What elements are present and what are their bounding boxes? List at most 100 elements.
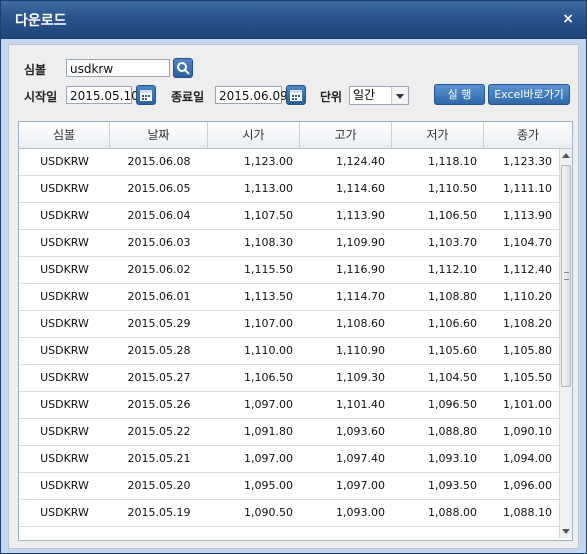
cell-close: 1,088.10 — [503, 506, 552, 519]
column-header-symbol[interactable]: 심볼 — [19, 122, 110, 148]
table-row[interactable]: USDKRW 2015.05.26 1,097.00 1,101.40 1,096.50… — [19, 392, 559, 419]
table-row[interactable]: USDKRW 2015.06.02 1,115.50 1,116.90 1,112.10… — [19, 257, 559, 284]
cell-symbol: USDKRW — [40, 452, 89, 465]
cell-open: 1,113.00 — [244, 182, 293, 195]
column-header-high[interactable]: 고가 — [300, 122, 392, 148]
cell-close: 1,112.40 — [503, 263, 552, 276]
cell-symbol: USDKRW — [40, 182, 89, 195]
cell-open: 1,113.50 — [244, 290, 293, 303]
cell-open: 1,107.00 — [244, 317, 293, 330]
cell-low: 1,106.60 — [428, 317, 477, 330]
table-row[interactable]: USDKRW 2015.06.04 1,107.50 1,113.90 1,106.50… — [19, 203, 559, 230]
run-button[interactable]: 실 행 — [434, 84, 485, 105]
search-button[interactable] — [173, 58, 193, 78]
cell-low: 1,106.50 — [428, 209, 477, 222]
cell-low: 1,108.80 — [428, 290, 477, 303]
cell-symbol: USDKRW — [40, 506, 89, 519]
table-row[interactable]: USDKRW 2015.05.19 1,090.50 1,093.00 1,088.00… — [19, 500, 559, 527]
cell-close: 1,094.00 — [503, 452, 552, 465]
cell-open: 1,123.00 — [244, 155, 293, 168]
column-header-close[interactable]: 종가 — [484, 122, 572, 148]
symbol-input[interactable]: usdkrw — [66, 59, 170, 77]
cell-date: 2015.05.20 — [127, 479, 191, 492]
cell-close: 1,101.00 — [503, 398, 552, 411]
scroll-up-icon[interactable] — [560, 149, 572, 163]
cell-date: 2015.05.19 — [127, 506, 191, 519]
cell-open: 1,108.30 — [244, 236, 293, 249]
cell-low: 1,093.50 — [428, 479, 477, 492]
table-row[interactable]: USDKRW 2015.06.03 1,108.30 1,109.90 1,103.70… — [19, 230, 559, 257]
column-header-open[interactable]: 시가 — [208, 122, 300, 148]
cell-close: 1,123.30 — [503, 155, 552, 168]
table-row[interactable]: USDKRW 2015.05.27 1,106.50 1,109.30 1,104.50… — [19, 365, 559, 392]
cell-symbol: USDKRW — [40, 479, 89, 492]
cell-open: 1,097.00 — [244, 398, 293, 411]
window-title: 다운로드 — [15, 13, 67, 29]
cell-open: 1,097.00 — [244, 452, 293, 465]
cell-symbol: USDKRW — [40, 290, 89, 303]
table-row[interactable]: USDKRW 2015.06.01 1,113.50 1,114.70 1,108.80… — [19, 284, 559, 311]
column-header-date[interactable]: 날짜 — [110, 122, 208, 148]
end-date-calendar-button[interactable] — [286, 85, 306, 105]
cell-open: 1,091.80 — [244, 425, 293, 438]
title-bar[interactable]: 다운로드 × — [1, 1, 586, 39]
cell-high: 1,097.00 — [336, 479, 385, 492]
table-row[interactable]: USDKRW 2015.05.29 1,107.00 1,108.60 1,106.60… — [19, 311, 559, 338]
table-row[interactable]: USDKRW 2015.05.28 1,110.00 1,110.90 1,105.60… — [19, 338, 559, 365]
scroll-down-icon[interactable] — [560, 524, 572, 538]
cell-low: 1,103.70 — [428, 236, 477, 249]
cell-high: 1,124.40 — [336, 155, 385, 168]
chevron-down-icon[interactable] — [391, 87, 408, 104]
cell-date: 2015.06.04 — [127, 209, 191, 222]
cell-high: 1,110.90 — [336, 344, 385, 357]
download-dialog: 다운로드 × 심볼 usdkrw 시작일 2015.05.10 종료일 2015… — [0, 0, 587, 554]
cell-close: 1,113.90 — [503, 209, 552, 222]
cell-close: 1,111.10 — [503, 182, 552, 195]
cell-date: 2015.05.29 — [127, 317, 191, 330]
table-row[interactable]: USDKRW 2015.06.05 1,113.00 1,114.60 1,110.50… — [19, 176, 559, 203]
grip-icon — [564, 272, 569, 280]
cell-symbol: USDKRW — [40, 155, 89, 168]
cell-close: 1,105.80 — [503, 344, 552, 357]
column-header-low[interactable]: 저가 — [392, 122, 484, 148]
cell-high: 1,116.90 — [336, 263, 385, 276]
unit-select[interactable]: 일간 — [349, 86, 409, 105]
cell-low: 1,104.50 — [428, 371, 477, 384]
table-row[interactable]: USDKRW 2015.05.20 1,095.00 1,097.00 1,093.50… — [19, 473, 559, 500]
calendar-icon — [290, 90, 302, 101]
calendar-icon — [140, 90, 152, 101]
cell-symbol: USDKRW — [40, 425, 89, 438]
scroll-thumb[interactable] — [561, 165, 571, 387]
cell-high: 1,113.90 — [336, 209, 385, 222]
cell-low: 1,105.60 — [428, 344, 477, 357]
table-row[interactable]: USDKRW 2015.06.08 1,123.00 1,124.40 1,118.10… — [19, 149, 559, 176]
cell-low: 1,093.10 — [428, 452, 477, 465]
end-date-input[interactable]: 2015.06.09 — [215, 86, 288, 104]
cell-date: 2015.06.08 — [127, 155, 191, 168]
cell-symbol: USDKRW — [40, 398, 89, 411]
cell-date: 2015.05.28 — [127, 344, 191, 357]
excel-shortcut-button[interactable]: Excel바로가기 — [488, 84, 570, 105]
close-icon[interactable]: × — [562, 11, 574, 27]
grid-body: USDKRW 2015.06.08 1,123.00 1,124.40 1,118.10… — [19, 149, 559, 527]
cell-high: 1,101.40 — [336, 398, 385, 411]
table-row[interactable]: USDKRW 2015.05.22 1,091.80 1,093.60 1,088.80… — [19, 419, 559, 446]
start-date-label: 시작일 — [24, 90, 58, 104]
cell-symbol: USDKRW — [40, 209, 89, 222]
table-row[interactable]: USDKRW 2015.05.21 1,097.00 1,097.40 1,093.10… — [19, 446, 559, 473]
end-date-label: 종료일 — [171, 90, 205, 104]
vertical-scrollbar[interactable] — [559, 149, 572, 538]
cell-date: 2015.05.22 — [127, 425, 191, 438]
cell-open: 1,110.00 — [244, 344, 293, 357]
cell-date: 2015.06.01 — [127, 290, 191, 303]
start-date-input[interactable]: 2015.05.10 — [66, 86, 139, 104]
cell-open: 1,115.50 — [244, 263, 293, 276]
cell-high: 1,108.60 — [336, 317, 385, 330]
cell-date: 2015.05.27 — [127, 371, 191, 384]
cell-symbol: USDKRW — [40, 236, 89, 249]
unit-select-value: 일간 — [353, 88, 376, 102]
cell-symbol: USDKRW — [40, 344, 89, 357]
cell-low: 1,088.80 — [428, 425, 477, 438]
start-date-calendar-button[interactable] — [136, 85, 156, 105]
cell-high: 1,097.40 — [336, 452, 385, 465]
